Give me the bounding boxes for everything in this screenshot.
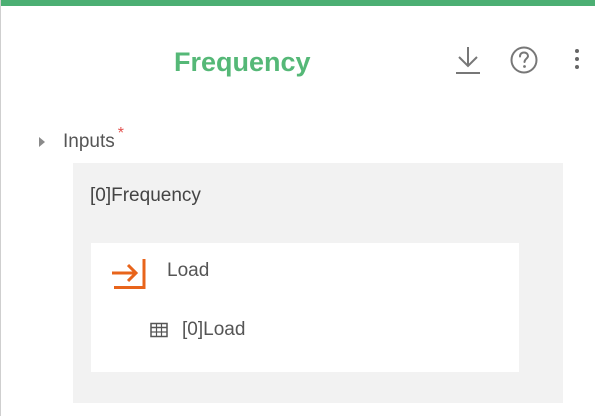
accent-bar <box>1 0 595 6</box>
inputs-toggle[interactable]: Inputs * <box>39 125 124 156</box>
input-arrow-icon <box>112 259 146 289</box>
required-marker: * <box>117 125 124 142</box>
more-vertical-icon[interactable] <box>567 46 587 74</box>
panel-title: Frequency <box>174 47 311 77</box>
table-icon <box>150 322 168 338</box>
source-item-label[interactable]: [0]Load <box>182 319 245 341</box>
input-item-name: [0]Frequency <box>90 185 201 206</box>
help-icon[interactable] <box>509 45 539 75</box>
source-label[interactable]: Load <box>167 260 209 282</box>
download-icon[interactable] <box>453 44 483 76</box>
frequency-panel: Frequency Inputs * [0]Frequency Load [0]… <box>0 0 595 416</box>
inputs-label: Inputs <box>63 131 115 152</box>
input-source-box <box>91 243 519 372</box>
expand-caret-icon <box>39 137 45 147</box>
